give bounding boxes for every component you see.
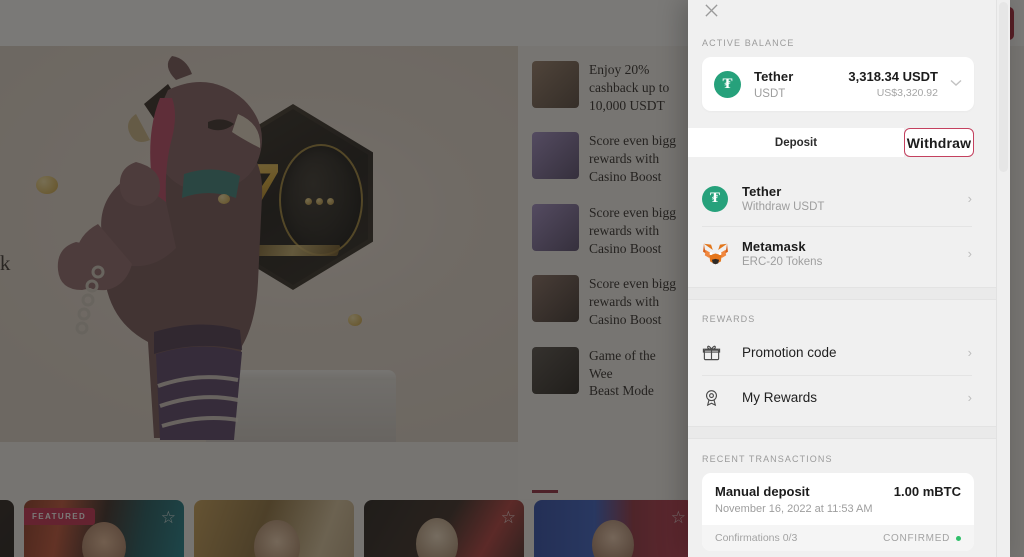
method-sub: Withdraw USDT: [742, 201, 825, 213]
tether-icon: ₮: [702, 185, 730, 212]
rewards-text: My Rewards: [742, 389, 968, 407]
balance-names: Tether USDT: [754, 68, 848, 100]
balance-amounts: 3,318.34 USDT US$3,320.92: [848, 69, 938, 99]
app-root: Deposit ek 7: [0, 0, 1024, 557]
tether-icon: ₮: [714, 70, 741, 98]
transaction-main: Manual deposit November 16, 2022 at 11:5…: [715, 484, 873, 515]
method-row-metamask[interactable]: Metamask ERC-20 Tokens ›: [688, 226, 996, 281]
method-text: Tether Withdraw USDT: [742, 184, 968, 213]
method-row-tether[interactable]: ₮ Tether Withdraw USDT ›: [688, 171, 996, 226]
drawer-scrollbar-thumb[interactable]: [999, 2, 1008, 172]
drawer-scrollbar[interactable]: [996, 0, 1010, 557]
medal-icon: [702, 388, 730, 407]
gift-icon: [702, 343, 730, 362]
rewards-row-promotion-code[interactable]: Promotion code ›: [688, 330, 996, 375]
rewards-name: My Rewards: [742, 389, 818, 405]
method-sub: ERC-20 Tokens: [742, 256, 823, 268]
transaction-footer: Confirmations 0/3 CONFIRMED: [702, 525, 974, 551]
rewards-row-my-rewards[interactable]: My Rewards ›: [688, 375, 996, 420]
tab-deposit[interactable]: Deposit: [688, 128, 904, 157]
transaction-confirmations: Confirmations 0/3: [715, 532, 798, 544]
balance-currency-name: Tether: [754, 69, 794, 84]
balance-amount: 3,318.34 USDT: [848, 69, 938, 84]
wallet-drawer: Active balance ₮ Tether USDT 3,318.34 US…: [688, 0, 1010, 557]
status-text: CONFIRMED: [883, 532, 950, 544]
chevron-down-icon[interactable]: [950, 78, 962, 90]
active-balance-card[interactable]: ₮ Tether USDT 3,318.34 USDT US$3,320.92: [702, 57, 974, 111]
rewards-label: Rewards: [702, 314, 756, 324]
chevron-right-icon[interactable]: ›: [968, 191, 972, 206]
rewards-text: Promotion code: [742, 344, 968, 362]
chevron-right-icon[interactable]: ›: [968, 246, 972, 261]
deposit-withdraw-tabs: Deposit Withdraw: [688, 128, 974, 157]
balance-currency-code: USDT: [754, 88, 786, 100]
close-icon[interactable]: [698, 0, 724, 23]
metamask-fox-icon: [702, 242, 730, 266]
section-divider: [688, 426, 996, 439]
chevron-right-icon[interactable]: ›: [968, 390, 972, 405]
method-text: Metamask ERC-20 Tokens: [742, 239, 968, 268]
transaction-card[interactable]: Manual deposit November 16, 2022 at 11:5…: [702, 473, 974, 551]
balance-fiat-value: US$3,320.92: [876, 87, 938, 99]
wallet-drawer-content: Active balance ₮ Tether USDT 3,318.34 US…: [688, 0, 996, 557]
transaction-header: Manual deposit November 16, 2022 at 11:5…: [715, 484, 961, 515]
transaction-amount: 1.00 mBTC: [893, 484, 961, 499]
withdraw-methods-list: ₮ Tether Withdraw USDT › Metamask ERC-20…: [688, 171, 996, 281]
tab-withdraw[interactable]: Withdraw: [904, 128, 974, 157]
transaction-date: November 16, 2022 at 11:53 AM: [715, 503, 873, 515]
rewards-list: Promotion code › My Rewards ›: [688, 330, 996, 420]
method-name: Metamask: [742, 239, 806, 254]
recent-transactions-label: Recent transactions: [702, 454, 833, 464]
status-badge: CONFIRMED: [883, 533, 961, 544]
status-dot-icon: [956, 535, 961, 541]
rewards-name: Promotion code: [742, 344, 837, 360]
section-divider: [688, 287, 996, 300]
method-name: Tether: [742, 184, 782, 199]
transaction-title: Manual deposit: [715, 484, 810, 499]
chevron-right-icon[interactable]: ›: [968, 345, 972, 360]
active-balance-label: Active balance: [702, 38, 795, 48]
